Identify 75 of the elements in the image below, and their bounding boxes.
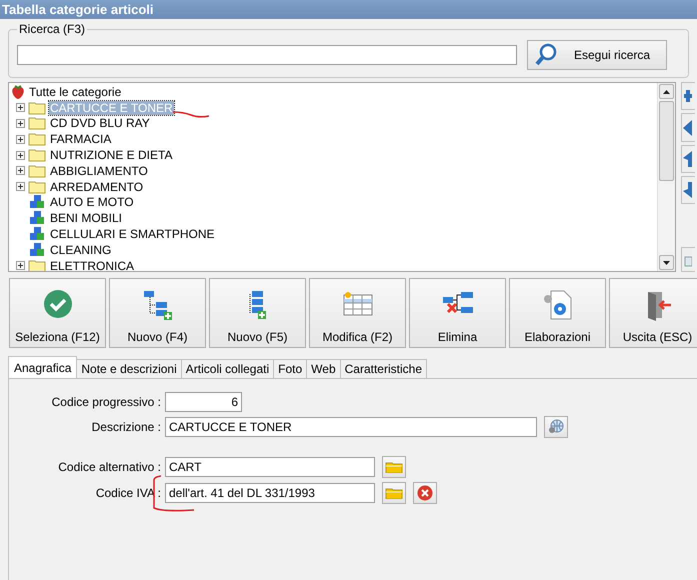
- folder-button[interactable]: [382, 456, 406, 478]
- tree-item[interactable]: CELLULARI E SMARTPHONE: [49, 227, 216, 242]
- tree-item[interactable]: CD DVD BLU RAY: [49, 116, 151, 130]
- folder-icon: [28, 258, 46, 271]
- move-up-button[interactable]: [681, 144, 695, 174]
- tree-item[interactable]: ARREDAMENTO: [49, 180, 144, 194]
- tree-item[interactable]: FARMACIA: [49, 132, 112, 146]
- expand-icon[interactable]: [16, 118, 25, 128]
- tab[interactable]: Anagrafica: [8, 356, 78, 378]
- add-button[interactable]: [681, 82, 695, 110]
- globe-icon: [548, 419, 564, 435]
- toolbar-button[interactable]: Modifica (F2): [309, 278, 406, 348]
- tab[interactable]: Articoli collegati: [180, 359, 274, 378]
- expand-icon[interactable]: [16, 150, 25, 160]
- expand-icon[interactable]: [16, 103, 25, 112]
- toolbar-button[interactable]: Elaborazioni: [509, 278, 606, 348]
- expand-icon[interactable]: [16, 182, 25, 192]
- folder-icon: [28, 116, 46, 130]
- tree-item[interactable]: NUTRIZIONE E DIETA: [49, 148, 174, 162]
- field-label: Codice progressivo :: [50, 395, 161, 409]
- close-icon: [417, 485, 433, 501]
- tree-item[interactable]: Tutte le categorie: [28, 84, 122, 99]
- expand-icon[interactable]: [16, 261, 25, 270]
- cubes-icon: [28, 227, 46, 242]
- scrollbar[interactable]: [657, 83, 675, 271]
- folder-icon: [385, 487, 403, 499]
- toolbar-button[interactable]: Nuovo (F4): [109, 278, 206, 348]
- tree-item[interactable]: ABBIGLIAMENTO: [49, 164, 149, 178]
- folder-button[interactable]: [382, 482, 406, 504]
- folder-icon: [28, 164, 46, 178]
- tree-item[interactable]: CLEANING: [49, 242, 112, 257]
- document-gear-icon: [542, 289, 574, 321]
- tree-item[interactable]: AUTO E MOTO: [49, 195, 135, 210]
- folder-icon: [28, 100, 46, 115]
- plus-icon: [682, 89, 692, 104]
- delete-button[interactable]: [413, 482, 437, 504]
- cubes-icon: [28, 195, 46, 210]
- move-left-button[interactable]: [681, 113, 695, 142]
- tab[interactable]: Caratteristiche: [340, 359, 427, 378]
- field-label: Codice alternativo :: [57, 460, 161, 474]
- toolbar-button[interactable]: Elimina: [409, 278, 506, 348]
- toolbar-button[interactable]: Nuovo (F5): [209, 278, 306, 348]
- input-field[interactable]: 6: [165, 392, 242, 412]
- scroll-up-icon: [663, 90, 670, 94]
- search-icon: [534, 42, 558, 66]
- field-label: Descrizione :: [90, 420, 161, 434]
- folder-icon: [28, 180, 46, 194]
- input-field[interactable]: dell'art. 41 del DL 331/1993: [165, 483, 375, 503]
- window-title: Tabella categorie articoli: [0, 0, 697, 19]
- input-field[interactable]: CART: [165, 457, 375, 477]
- folder-icon: [28, 148, 46, 162]
- annotation-stroke: [172, 110, 212, 120]
- down-arrow-icon: [682, 182, 692, 198]
- up-arrow-icon: [682, 150, 692, 167]
- search-button[interactable]: Esegui ricerca: [527, 40, 667, 70]
- tree-item[interactable]: BENI MOBILI: [49, 211, 124, 226]
- expand-icon[interactable]: [16, 166, 25, 176]
- expand-icon[interactable]: [16, 134, 25, 144]
- left-arrow-icon: [682, 120, 692, 136]
- move-down-button[interactable]: [681, 176, 695, 204]
- search-legend: Ricerca (F3): [17, 22, 88, 36]
- strawberry-icon: [11, 84, 25, 100]
- folder-icon: [28, 132, 46, 146]
- globe-button[interactable]: [544, 416, 568, 438]
- tree-item[interactable]: ELETTRONICA: [49, 258, 136, 271]
- cubes-icon: [28, 211, 46, 226]
- cubes-icon: [28, 242, 46, 257]
- tree-add-icon: [142, 289, 174, 321]
- toolbar-button[interactable]: Seleziona (F12): [9, 278, 106, 348]
- search-field[interactable]: [17, 44, 517, 64]
- scroll-down-icon: [663, 260, 670, 264]
- input-field[interactable]: CARTUCCE E TONER: [165, 417, 537, 437]
- folder-icon: [385, 461, 403, 473]
- check-icon: [42, 289, 72, 319]
- toolbar-button[interactable]: Uscita (ESC): [609, 278, 697, 348]
